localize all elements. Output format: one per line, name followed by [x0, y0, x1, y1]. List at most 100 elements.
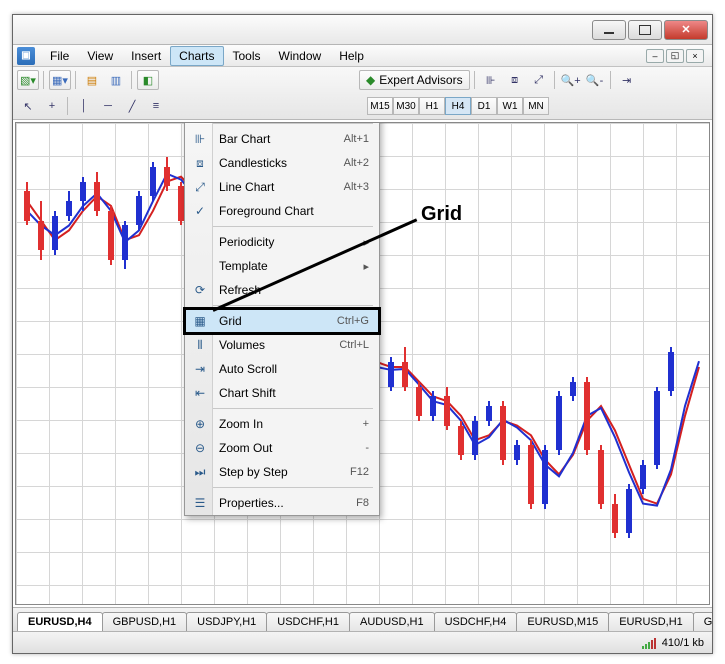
trendline-icon[interactable]: ╱: [121, 96, 143, 116]
menu-item-properties-[interactable]: ☰Properties...F8: [185, 491, 379, 515]
hline-icon[interactable]: ─: [97, 96, 119, 116]
menu-item-label: Auto Scroll: [219, 362, 277, 376]
menu-item-step-by-step[interactable]: ⏭Step by StepF12: [185, 460, 379, 484]
chart-tab[interactable]: USDCHF,H4: [434, 612, 518, 631]
menu-item-shortcut: Ctrl+L: [339, 339, 369, 351]
menu-item-grid[interactable]: ▦GridCtrl+G: [185, 309, 379, 333]
vline-icon[interactable]: │: [73, 96, 95, 116]
menu-item-bar-chart[interactable]: ⊪ Bar Chart Alt+1: [185, 127, 379, 151]
menu-item-label: Grid: [219, 314, 242, 328]
new-chart-button[interactable]: ▧▾: [17, 70, 39, 90]
menubar: ▣ FileViewInsertChartsToolsWindowHelp – …: [13, 45, 712, 67]
menu-file[interactable]: File: [41, 46, 78, 66]
menu-item-refresh[interactable]: ⟳Refresh: [185, 278, 379, 302]
menu-item-shortcut: Alt+1: [344, 133, 369, 145]
cursor-icon[interactable]: ↖: [17, 96, 39, 116]
zoom-out-icon[interactable]: 🔍-: [584, 70, 606, 90]
app-window: ✕ ▣ FileViewInsertChartsToolsWindowHelp …: [12, 14, 713, 654]
autoscroll-icon[interactable]: ⇥: [616, 70, 638, 90]
new-order-button[interactable]: ◧: [137, 70, 159, 90]
market-watch-icon[interactable]: ▤: [81, 70, 103, 90]
menu-item-shortcut: Alt+2: [344, 157, 369, 169]
menu-item-shortcut: F8: [356, 497, 369, 509]
menu-tools[interactable]: Tools: [224, 46, 270, 66]
menu-item-line-chart[interactable]: ⤢Line ChartAlt+3: [185, 175, 379, 199]
timeframe-mn[interactable]: MN: [523, 97, 549, 115]
channel-icon[interactable]: ≡: [145, 96, 167, 116]
menu-item-label: Zoom Out: [219, 441, 272, 455]
mdi-close-button[interactable]: ×: [686, 49, 704, 63]
chart-tabs: EURUSD,H4GBPUSD,H1USDJPY,H1USDCHF,H1AUDU…: [13, 607, 712, 631]
refresh-icon: ⟳: [191, 281, 209, 299]
expert-advisors-button[interactable]: ◆ Expert Advisors: [359, 70, 470, 90]
shift-icon: ⇤: [191, 384, 209, 402]
step-icon: ⏭: [191, 463, 209, 481]
props-icon: ☰: [191, 494, 209, 512]
window-close-button[interactable]: ✕: [664, 20, 708, 40]
candles-icon[interactable]: ⧈: [504, 70, 526, 90]
menu-item-shortcut: +: [363, 418, 369, 430]
mdi-restore-button[interactable]: ◱: [666, 49, 684, 63]
zoomin-icon: ⊕: [191, 415, 209, 433]
zoom-in-icon[interactable]: 🔍+: [560, 70, 582, 90]
chart-area[interactable]: ≣Indicators ListCtrl+IObjects▸⊪Bar Chart…: [15, 122, 710, 605]
timeframe-d1[interactable]: D1: [471, 97, 497, 115]
menu-item-label: Volumes: [219, 338, 265, 352]
timeframe-h4[interactable]: H4: [445, 97, 471, 115]
crosshair-icon[interactable]: +: [41, 96, 63, 116]
menu-item-candlesticks[interactable]: ⧈CandlesticksAlt+2: [185, 151, 379, 175]
menu-item-label: Chart Shift: [219, 386, 276, 400]
expert-icon: ◆: [366, 73, 375, 87]
chart-tab[interactable]: EURUSD,M15: [516, 612, 609, 631]
menu-item-foreground-chart[interactable]: ✓ Foreground Chart: [185, 199, 379, 223]
chart-tab[interactable]: AUDUSD,H1: [349, 612, 435, 631]
linechart-icon[interactable]: ⤢: [528, 70, 550, 90]
menu-item-zoom-in[interactable]: ⊕ Zoom In +: [185, 412, 379, 436]
menu-view[interactable]: View: [78, 46, 122, 66]
menu-window[interactable]: Window: [270, 46, 331, 66]
window-minimize-button[interactable]: [592, 20, 626, 40]
check-icon: ✓: [191, 202, 209, 220]
mdi-minimize-button[interactable]: –: [646, 49, 664, 63]
chart-tab[interactable]: EURUSD,H1: [608, 612, 694, 631]
timeframe-h1[interactable]: H1: [419, 97, 445, 115]
traffic-label: 410/1 kb: [662, 637, 704, 649]
line-icon: ⤢: [191, 178, 209, 196]
menu-item-shortcut: -: [365, 442, 369, 454]
titlebar: ✕: [13, 15, 712, 45]
chart-tab[interactable]: USDJPY,H1: [186, 612, 267, 631]
blank-icon: [191, 233, 209, 251]
menu-item-label: Candlesticks: [219, 156, 287, 170]
menu-item-zoom-out[interactable]: ⊖ Zoom Out -: [185, 436, 379, 460]
menu-help[interactable]: Help: [330, 46, 373, 66]
profiles-button[interactable]: ▦▾: [49, 70, 71, 90]
charts-menu-dropdown: ≣Indicators ListCtrl+IObjects▸⊪Bar Chart…: [184, 122, 380, 516]
timeframe-w1[interactable]: W1: [497, 97, 523, 115]
menu-item-chart-shift[interactable]: ⇤ Chart Shift: [185, 381, 379, 405]
menu-item-label: Bar Chart: [219, 132, 270, 146]
chart-tab[interactable]: EURUSD,H4: [17, 612, 103, 631]
menu-item-auto-scroll[interactable]: ⇥Auto Scroll: [185, 357, 379, 381]
grid-icon: ▦: [191, 312, 209, 330]
zoomout-icon: ⊖: [191, 439, 209, 457]
chart-tab[interactable]: USDCHF,H1: [266, 612, 350, 631]
menu-insert[interactable]: Insert: [122, 46, 170, 66]
timeframe-m15[interactable]: M15: [367, 97, 393, 115]
menu-item-template[interactable]: Template▸: [185, 254, 379, 278]
menu-item-shortcut: F12: [350, 466, 369, 478]
menu-item-label: Foreground Chart: [219, 204, 314, 218]
bars-icon[interactable]: ⊪: [480, 70, 502, 90]
connection-signal-icon: [642, 637, 656, 649]
chart-tab[interactable]: GB: [693, 612, 712, 631]
menu-item-label: Zoom In: [219, 417, 263, 431]
timeframe-m30[interactable]: M30: [393, 97, 419, 115]
window-maximize-button[interactable]: [628, 20, 662, 40]
app-icon: ▣: [17, 47, 35, 65]
bar-icon: ⊪: [191, 130, 209, 148]
menu-item-volumes[interactable]: ⫴VolumesCtrl+L: [185, 333, 379, 357]
menu-charts[interactable]: Charts: [170, 46, 223, 66]
navigator-icon[interactable]: ▥: [105, 70, 127, 90]
blank-icon: [191, 257, 209, 275]
menu-item-label: Line Chart: [219, 180, 274, 194]
chart-tab[interactable]: GBPUSD,H1: [102, 612, 188, 631]
